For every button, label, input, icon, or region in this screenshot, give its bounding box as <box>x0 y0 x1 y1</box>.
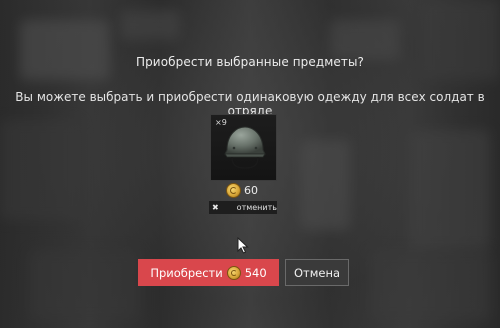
item-price: 60 <box>226 182 258 198</box>
cancel-item-label: отменить <box>236 203 277 212</box>
buy-button[interactable]: Приобрести 540 <box>138 259 279 286</box>
dialog-title: Приобрести выбранные предметы? <box>135 55 365 69</box>
cancel-button[interactable]: Отмена <box>285 259 349 286</box>
cancel-button-label: Отмена <box>293 265 341 280</box>
helmet-icon <box>224 126 266 169</box>
gold-coin-icon <box>226 265 241 280</box>
buy-button-amount: 540 <box>244 265 267 280</box>
cancel-item-button[interactable]: ✖ отменить <box>209 201 277 214</box>
buy-button-label: Приобрести <box>150 265 223 280</box>
gold-coin-icon <box>226 182 241 198</box>
close-icon: ✖ <box>212 203 219 212</box>
item-price-value: 60 <box>244 183 258 197</box>
mouse-cursor-icon <box>237 237 249 254</box>
item-card-helmet[interactable]: ×9 <box>210 114 277 181</box>
